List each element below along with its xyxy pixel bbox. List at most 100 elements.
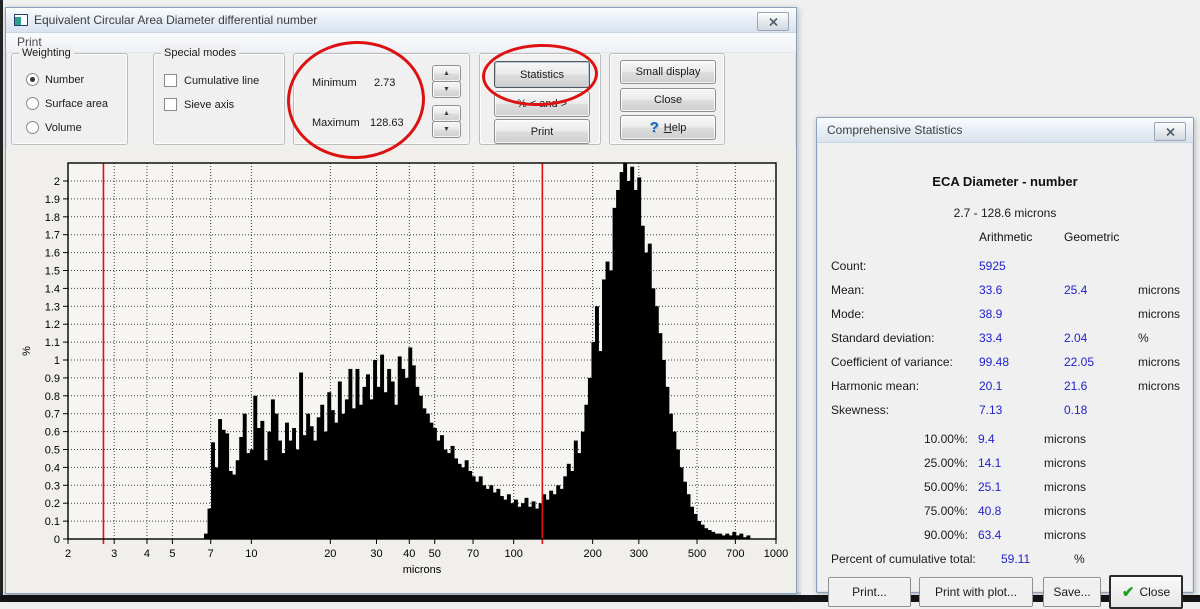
svg-text:1.9: 1.9: [45, 194, 60, 206]
svg-text:20: 20: [324, 548, 336, 560]
stats-range: 2.7 - 128.6 microns: [817, 206, 1193, 220]
radio-volume[interactable]: Volume: [26, 121, 82, 134]
stats-dialog: Comprehensive Statistics ECA Diameter - …: [816, 117, 1194, 593]
svg-text:100: 100: [504, 548, 522, 560]
checkmark-icon: ✔: [1122, 583, 1135, 601]
svg-text:70: 70: [467, 548, 479, 560]
sieve-axis-checkbox-icon: [164, 98, 177, 111]
svg-text:1.1: 1.1: [45, 337, 60, 349]
weighting-group: Weighting Number Surface area Volume: [11, 53, 128, 145]
svg-text:1.2: 1.2: [45, 319, 60, 331]
print-with-plot-button[interactable]: Print with plot...: [919, 577, 1033, 607]
up-arrow-icon: ▲: [443, 110, 450, 117]
svg-text:%: %: [21, 346, 33, 356]
checkbox-sieve-axis[interactable]: Sieve axis: [164, 98, 234, 111]
main-titlebar: Equivalent Circular Area Diameter differ…: [6, 8, 796, 33]
up-arrow-icon: ▲: [443, 70, 450, 77]
table-row: 50.00%: 25.1 microns: [817, 475, 1193, 499]
minimum-label: Minimum: [312, 77, 357, 89]
special-modes-caption: Special modes: [161, 46, 239, 60]
close-stats-button[interactable]: ✔ Close: [1109, 575, 1183, 609]
svg-text:1.7: 1.7: [45, 230, 60, 242]
app-icon: [14, 14, 28, 26]
svg-text:2: 2: [54, 176, 60, 188]
svg-text:4: 4: [144, 548, 150, 560]
svg-text:microns: microns: [403, 564, 442, 576]
close-button[interactable]: Close: [620, 88, 716, 112]
radio-surface-area-icon: [26, 97, 39, 110]
help-button[interactable]: ? Help: [620, 115, 716, 140]
maximum-value: 128.63: [370, 117, 404, 129]
menu-bar: Print: [6, 33, 796, 53]
svg-text:1: 1: [54, 355, 60, 367]
window-actions-group: Small display Close ? Help: [609, 53, 725, 145]
close-window-button[interactable]: [757, 12, 789, 31]
svg-text:1.5: 1.5: [45, 266, 60, 278]
small-display-button[interactable]: Small display: [620, 60, 716, 84]
cumulative-line-checkbox-icon: [164, 74, 177, 87]
checkbox-cumulative-line[interactable]: Cumulative line: [164, 74, 259, 87]
actions-group: Statistics % < and > Print: [479, 53, 601, 145]
stats-heading: ECA Diameter - number: [817, 174, 1193, 189]
range-group: Minimum 2.73 Maximum 128.63 ▲ ▼ ▲ ▼: [293, 53, 470, 145]
svg-text:200: 200: [583, 548, 601, 560]
window-title: Equivalent Circular Area Diameter differ…: [34, 13, 317, 27]
svg-text:50: 50: [429, 548, 441, 560]
special-modes-group: Special modes Cumulative line Sieve axis: [153, 53, 285, 145]
radio-number-icon: [26, 73, 39, 86]
svg-text:0.7: 0.7: [45, 409, 60, 421]
close-icon: [769, 18, 778, 26]
table-row: Coefficient of variance: 99.48 22.05 mic…: [817, 350, 1193, 374]
svg-text:0.9: 0.9: [45, 373, 60, 385]
print-button[interactable]: Print...: [828, 577, 911, 607]
svg-text:1.4: 1.4: [45, 283, 60, 295]
svg-text:2: 2: [65, 548, 71, 560]
svg-text:5: 5: [169, 548, 175, 560]
svg-text:10: 10: [245, 548, 257, 560]
svg-text:0: 0: [54, 534, 60, 546]
screen-left-border: [0, 0, 3, 602]
svg-text:0.6: 0.6: [45, 427, 60, 439]
cumulative-total-row: Percent of cumulative total: 59.11 %: [817, 547, 1193, 571]
minimum-down-button[interactable]: ▼: [432, 81, 461, 98]
stats-titlebar: Comprehensive Statistics: [817, 118, 1193, 143]
radio-volume-icon: [26, 121, 39, 134]
stats-dialog-body: ECA Diameter - number 2.7 - 128.6 micron…: [817, 144, 1193, 592]
minimum-up-button[interactable]: ▲: [432, 65, 461, 82]
maximum-label: Maximum: [312, 117, 360, 129]
down-arrow-icon: ▼: [443, 126, 450, 133]
percentile-table: 10.00%: 9.4 microns 25.00%: 14.1 microns…: [817, 427, 1193, 547]
svg-text:0.3: 0.3: [45, 480, 60, 492]
maximum-down-button[interactable]: ▼: [432, 121, 461, 138]
svg-text:1000: 1000: [764, 548, 788, 560]
svg-text:40: 40: [403, 548, 415, 560]
column-header-arithmetic: Arithmetic: [979, 230, 1032, 244]
table-row: Mode: 38.9 microns: [817, 302, 1193, 326]
help-question-icon: ?: [650, 119, 659, 136]
radio-surface-area[interactable]: Surface area: [26, 97, 108, 110]
minimum-value: 2.73: [374, 77, 395, 89]
svg-text:300: 300: [630, 548, 648, 560]
close-dialog-button[interactable]: [1154, 122, 1186, 141]
svg-text:0.1: 0.1: [45, 516, 60, 528]
table-row: Count: 5925: [817, 254, 1193, 278]
stats-table: Count: 5925 Mean: 33.6 25.4 microns Mode…: [817, 254, 1193, 422]
percent-and-button[interactable]: % < and >: [494, 91, 590, 117]
statistics-button[interactable]: Statistics: [494, 61, 590, 88]
svg-text:0.8: 0.8: [45, 391, 60, 403]
column-header-geometric: Geometric: [1064, 230, 1119, 244]
save-button[interactable]: Save...: [1043, 577, 1101, 607]
maximum-up-button[interactable]: ▲: [432, 105, 461, 122]
svg-text:1.3: 1.3: [45, 301, 60, 313]
table-row: Harmonic mean: 20.1 21.6 microns: [817, 374, 1193, 398]
print-button[interactable]: Print: [494, 119, 590, 144]
radio-number[interactable]: Number: [26, 73, 84, 86]
close-icon: [1166, 128, 1175, 136]
svg-text:7: 7: [208, 548, 214, 560]
histogram-chart: 23457102030405070100200300500700100000.1…: [6, 147, 796, 593]
svg-text:1.8: 1.8: [45, 212, 60, 224]
down-arrow-icon: ▼: [443, 86, 450, 93]
table-row: 25.00%: 14.1 microns: [817, 451, 1193, 475]
svg-text:500: 500: [688, 548, 706, 560]
table-row: 90.00%: 63.4 microns: [817, 523, 1193, 547]
